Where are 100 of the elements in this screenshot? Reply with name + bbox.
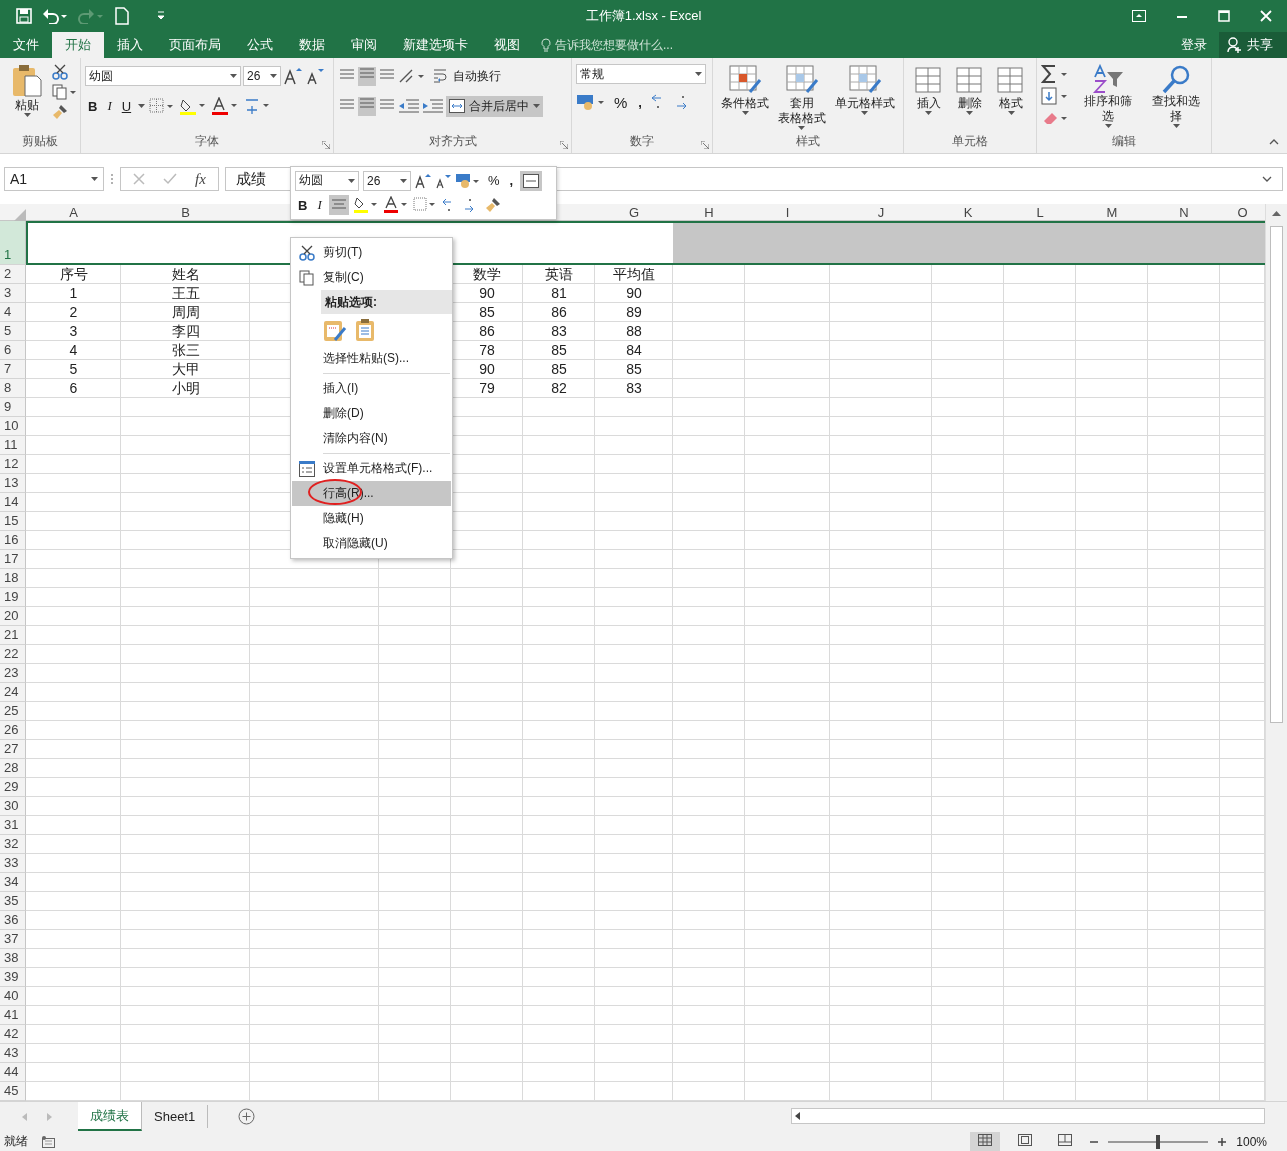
shrink-font-icon[interactable] [305,67,325,85]
font-name-field[interactable]: 幼圆 [295,170,359,191]
caret-icon[interactable] [270,74,277,78]
lightbulb-icon[interactable] [541,38,551,52]
cells-button[interactable]: 格式 [993,64,1030,133]
horizontal-scrollbar[interactable] [791,1108,1265,1124]
column-header[interactable]: M [1106,204,1118,221]
row-header[interactable]: 6 [0,341,26,360]
ribbon-tab[interactable]: 数据 [286,32,338,58]
row-header[interactable]: 25 [0,702,26,721]
underline-button[interactable]: U [118,98,135,114]
caret-icon[interactable] [1172,124,1180,128]
row-header[interactable]: 3 [0,284,26,303]
caret-icon[interactable] [400,178,407,183]
font-name-field[interactable]: 幼圆 [85,66,241,86]
row-header[interactable]: 40 [0,987,26,1006]
expand-icon[interactable] [1262,176,1272,182]
number-format-field[interactable]: 常规 [576,64,706,84]
fill-color-icon[interactable] [352,196,379,215]
row-header[interactable]: 45 [0,1082,26,1101]
caret-icon[interactable] [533,104,540,108]
bold-button[interactable]: B [85,98,101,114]
ribbon-tab[interactable]: 插入 [104,32,156,58]
comma-style-button[interactable]: , [506,173,517,189]
undo-icon[interactable] [42,8,68,24]
caret-icon[interactable] [138,104,146,108]
fill-color-icon[interactable] [179,97,208,115]
tell-me-field[interactable]: 告诉我您想要做什么... [555,36,673,54]
page-break-icon[interactable] [1058,1134,1073,1146]
column-header[interactable]: J [877,204,885,221]
macro-record-icon[interactable] [42,1135,56,1148]
increase-indent-icon[interactable] [422,98,444,114]
row-header[interactable]: 38 [0,949,26,968]
row-header[interactable]: 9 [0,398,26,417]
sheet-tab[interactable]: 成绩表 [78,1102,142,1131]
add-sheet-icon[interactable] [238,1108,256,1125]
caret-icon[interactable] [695,72,702,76]
save-icon[interactable] [16,8,32,24]
column-header[interactable]: O [1237,204,1248,221]
font-size-field[interactable]: 26 [363,170,411,191]
row-header[interactable]: 28 [0,759,26,778]
font-size-field[interactable]: 26 [243,66,281,86]
menu-item[interactable]: 插入(I) [292,376,451,401]
caret-icon[interactable] [925,111,933,115]
zoom-in-icon[interactable] [1218,1137,1227,1146]
menu-item[interactable]: 清除内容(N) [292,426,451,451]
paste-button[interactable]: 粘贴 [8,64,46,133]
clipboard-icon[interactable] [355,318,375,342]
row-header[interactable]: 8 [0,379,26,398]
column-header[interactable]: G [628,204,640,221]
caret-icon[interactable] [798,126,806,130]
insert-function-button[interactable]: fx [195,170,206,188]
row-header[interactable]: 29 [0,778,26,797]
page-layout-icon[interactable] [1018,1134,1033,1146]
ribbon-display-icon[interactable] [1132,10,1146,22]
align-center-icon[interactable] [328,195,349,216]
menu-item[interactable]: 隐藏(H) [292,506,451,531]
row-header[interactable]: 10 [0,417,26,436]
column-header[interactable]: K [963,204,973,221]
bold-button[interactable]: B [295,197,311,213]
row-header[interactable]: 34 [0,873,26,892]
ribbon-tab[interactable]: 页面布局 [156,32,234,58]
dialog-launcher-icon[interactable] [560,141,568,149]
row-header[interactable]: 17 [0,550,26,569]
column-header[interactable]: I [785,204,790,221]
row-header[interactable]: 32 [0,835,26,854]
menu-item[interactable]: 取消隐藏(U) [292,531,451,556]
row-header[interactable]: 14 [0,493,26,512]
ribbon-tab[interactable]: 公式 [234,32,286,58]
column-header[interactable]: B [181,204,190,221]
row-header[interactable]: 5 [0,322,26,341]
currency-icon[interactable] [576,93,606,111]
caret-icon[interactable] [741,111,749,115]
zoom-thumb[interactable] [1156,1134,1161,1149]
row-header[interactable]: 43 [0,1044,26,1063]
comma-style-button[interactable]: , [635,94,645,110]
menu-item[interactable]: 删除(D) [292,401,451,426]
font-color-icon[interactable] [211,97,240,115]
percent-button[interactable]: % [611,93,631,111]
cells-button[interactable]: 删除 [952,64,988,133]
share-button[interactable]: 共享 [1219,32,1287,58]
vertical-scrollbar[interactable] [1265,204,1287,1101]
row-header[interactable]: 12 [0,455,26,474]
row-header[interactable]: 37 [0,930,26,949]
style-button[interactable]: 条件格式 [718,64,773,133]
check-icon[interactable] [163,173,177,185]
style-button[interactable]: 套用 表格格式 [775,64,829,133]
ribbon-tab[interactable]: 新建选项卡 [390,32,481,58]
wrap-text-button[interactable]: 自动换行 [430,65,504,87]
row-header[interactable]: 18 [0,569,26,588]
row-header[interactable]: 7 [0,360,26,379]
row-header[interactable]: 15 [0,512,26,531]
caret-icon[interactable] [230,74,237,78]
column-header[interactable]: H [704,204,714,221]
ribbon-tab[interactable]: 文件 [0,32,52,58]
copy-icon[interactable] [52,84,78,100]
font-color-icon[interactable] [382,196,409,215]
italic-button[interactable]: I [314,197,325,214]
borders-icon[interactable] [149,98,176,114]
row-header[interactable]: 16 [0,531,26,550]
